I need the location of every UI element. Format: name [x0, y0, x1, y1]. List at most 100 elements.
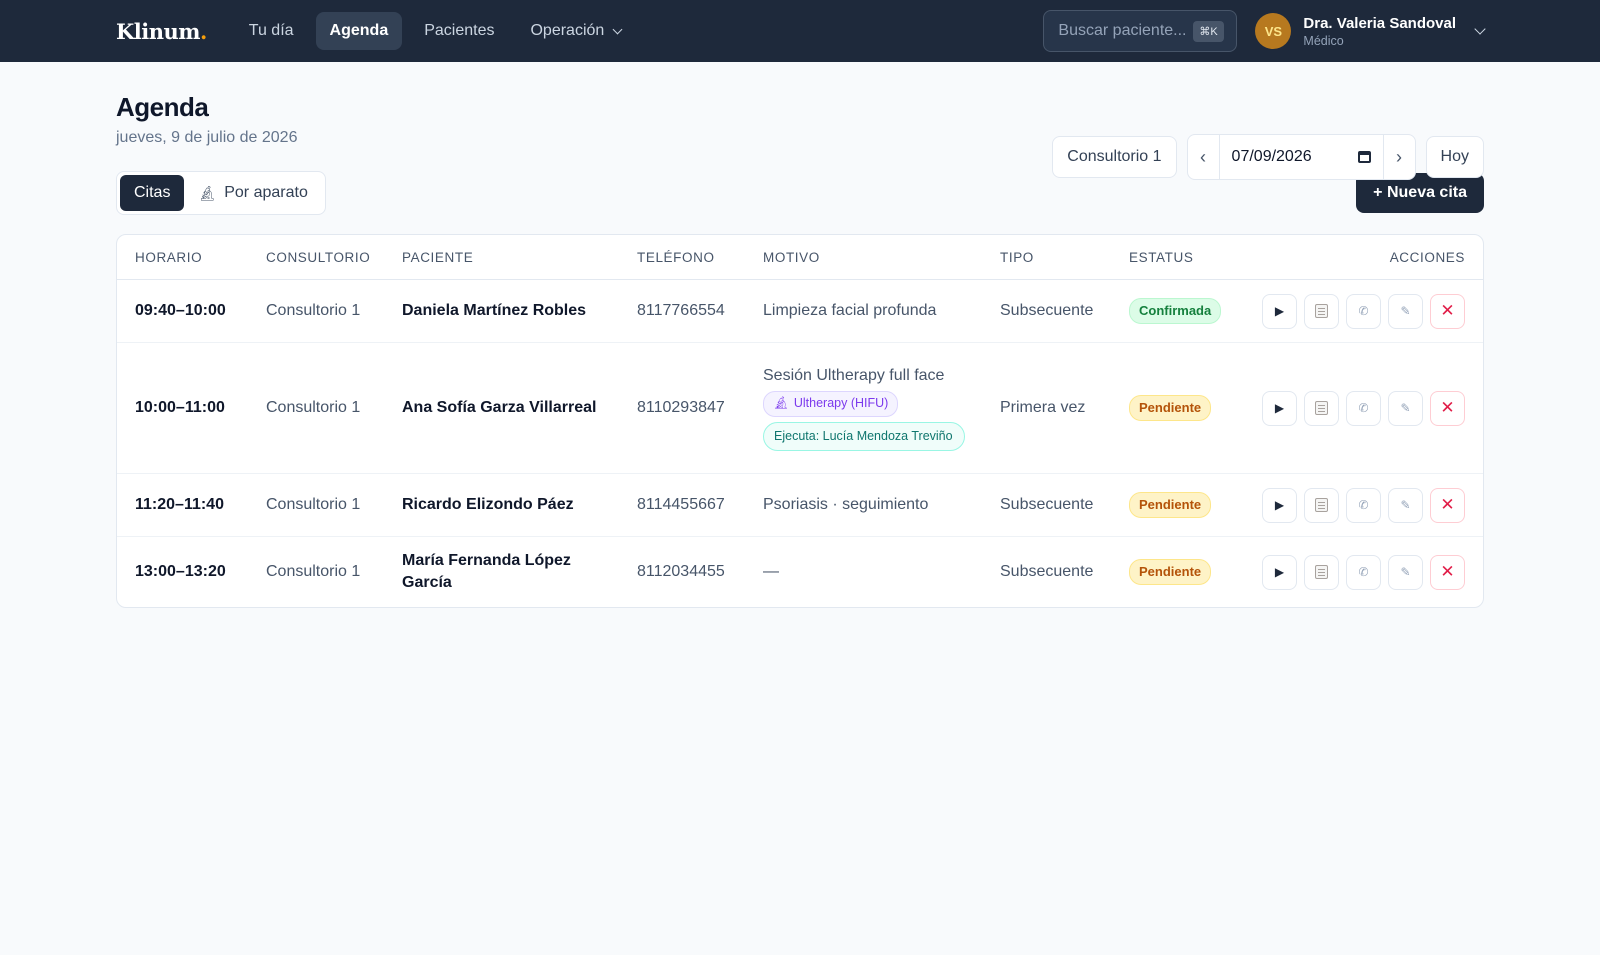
attach-button[interactable]: ✆ [1346, 390, 1381, 426]
edit-button[interactable]: ✎ [1388, 554, 1423, 590]
today-button[interactable]: Hoy [1425, 136, 1484, 178]
shortcut-badge: ⌘K [1193, 20, 1224, 42]
search-input[interactable] [1058, 22, 1194, 40]
room-select[interactable]: Consultorio 1 [1052, 136, 1177, 178]
attach-button[interactable]: ✆ [1346, 487, 1381, 523]
close-icon: ✕ [1440, 495, 1455, 514]
next-day-button[interactable]: › [1384, 135, 1415, 179]
edit-button[interactable]: ✎ [1388, 487, 1423, 523]
close-icon: ✕ [1440, 398, 1455, 417]
row-actions: ▶ ✆ ✎ ✕ [1246, 554, 1465, 590]
nav-operacion[interactable]: Operación [516, 12, 635, 50]
top-right-area: ⌘K VS Dra. Valeria Sandoval Médico [1043, 0, 1486, 62]
edit-button[interactable]: ✎ [1388, 293, 1423, 329]
play-icon: ▶ [1274, 498, 1285, 512]
notes-button[interactable] [1304, 390, 1339, 426]
nav-pacientes[interactable]: Pacientes [410, 12, 508, 50]
cancel-button[interactable]: ✕ [1430, 487, 1465, 523]
main-nav: Tu día Agenda Pacientes Operación [235, 12, 636, 50]
search-box[interactable]: ⌘K [1043, 10, 1238, 52]
notes-button[interactable] [1304, 293, 1339, 329]
prev-day-button[interactable]: ‹ [1188, 135, 1219, 179]
avatar[interactable]: VS [1255, 13, 1292, 49]
date-controls: Consultorio 1 ‹ 07/09/2026 › Hoy [1052, 134, 1484, 180]
reason-cell: Limpieza facial profunda [763, 301, 937, 319]
status-badge: Pendiente [1129, 558, 1212, 586]
table-row[interactable]: 10:00–11:00 Consultorio 1 Ana Sofía Garz… [117, 343, 1483, 474]
col-estatus: ESTATUS [1129, 249, 1194, 265]
table-row[interactable]: 13:00–13:20 Consultorio 1 María Fernanda… [117, 537, 1483, 607]
nav-agenda[interactable]: Agenda [315, 12, 403, 50]
edit-button[interactable]: ✎ [1388, 390, 1423, 426]
table-row[interactable]: 09:40–10:00 Consultorio 1 Daniela Martín… [117, 280, 1483, 343]
tab-por-aparato[interactable]: 🔬︎ Por aparato [184, 175, 321, 211]
start-button[interactable]: ▶ [1262, 390, 1297, 426]
phone-cell: 8110293847 [637, 398, 725, 416]
microscope-icon: 🔬︎ [198, 184, 217, 201]
close-icon: ✕ [1440, 562, 1455, 581]
attach-button[interactable]: ✆ [1346, 293, 1381, 329]
nav-label: Pacientes [424, 22, 495, 39]
close-icon: ✕ [1440, 301, 1455, 320]
time-cell: 10:00–11:00 [135, 398, 225, 416]
type-cell: Primera vez [1000, 398, 1086, 416]
phone-icon: ✆ [1358, 401, 1369, 415]
reason-cell: — [763, 562, 779, 580]
nav-label: Tu día [248, 22, 294, 39]
start-button[interactable]: ▶ [1262, 293, 1297, 329]
pencil-icon: ✎ [1400, 304, 1411, 318]
play-icon: ▶ [1274, 565, 1285, 579]
top-navbar: Klinum. Tu día Agenda Pacientes Operació… [0, 0, 1600, 62]
cancel-button[interactable]: ✕ [1430, 293, 1465, 329]
start-button[interactable]: ▶ [1262, 487, 1297, 523]
table-row[interactable]: 11:20–11:40 Consultorio 1 Ricardo Elizon… [117, 474, 1483, 537]
nav-label: Operación [530, 22, 605, 39]
notes-button[interactable] [1304, 554, 1339, 590]
page-content: Agenda jueves, 9 de julio de 2026 Consul… [0, 92, 1600, 608]
phone-cell: 8117766554 [637, 301, 725, 319]
logo-dot: . [199, 18, 207, 44]
time-cell: 09:40–10:00 [135, 301, 226, 319]
col-tipo: TIPO [1000, 249, 1034, 265]
status-badge: Pendiente [1129, 491, 1212, 519]
table-header: HORARIO CONSULTORIO PACIENTE TELÉFONO MO… [117, 235, 1483, 280]
nav-label: Agenda [329, 22, 389, 39]
patient-cell[interactable]: Ricardo Elizondo Páez [402, 494, 637, 516]
user-role: Médico [1303, 33, 1344, 48]
room-cell: Consultorio 1 [266, 495, 361, 513]
chevron-down-icon[interactable] [1474, 23, 1486, 35]
user-info[interactable]: Dra. Valeria Sandoval Médico [1303, 15, 1456, 48]
col-telefono: TELÉFONO [637, 249, 715, 265]
microscope-icon: 🔬︎ [773, 396, 789, 410]
play-icon: ▶ [1274, 304, 1285, 318]
cancel-button[interactable]: ✕ [1430, 554, 1465, 590]
pencil-icon: ✎ [1400, 565, 1411, 579]
notes-icon [1315, 401, 1328, 415]
attach-button[interactable]: ✆ [1346, 554, 1381, 590]
col-horario: HORARIO [135, 249, 203, 265]
calendar-icon[interactable] [1357, 151, 1371, 163]
reason-text: Sesión Ultherapy full face [763, 366, 945, 384]
tab-label: Por aparato [224, 184, 308, 201]
phone-icon: ✆ [1358, 565, 1369, 579]
room-cell: Consultorio 1 [266, 301, 361, 319]
row-actions: ▶ ✆ ✎ ✕ [1246, 390, 1465, 426]
device-tag-label: Ultherapy (HIFU) [793, 396, 889, 410]
tab-label: Citas [134, 184, 171, 201]
patient-cell[interactable]: María Fernanda López García [402, 550, 637, 595]
logo-text: Klinum [116, 18, 200, 44]
start-button[interactable]: ▶ [1262, 554, 1297, 590]
row-actions: ▶ ✆ ✎ ✕ [1246, 293, 1465, 329]
app-logo[interactable]: Klinum. [116, 19, 207, 44]
row-actions: ▶ ✆ ✎ ✕ [1246, 487, 1465, 523]
type-cell: Subsecuente [1000, 301, 1094, 319]
date-input[interactable]: 07/09/2026 [1218, 135, 1384, 179]
patient-cell[interactable]: Ana Sofía Garza Villarreal [402, 397, 637, 419]
phone-cell: 8114455667 [637, 495, 725, 513]
nav-tu-dia[interactable]: Tu día [235, 12, 308, 50]
cancel-button[interactable]: ✕ [1430, 390, 1465, 426]
view-toggle: Citas 🔬︎ Por aparato [116, 171, 326, 215]
notes-button[interactable] [1304, 487, 1339, 523]
patient-cell[interactable]: Daniela Martínez Robles [402, 300, 637, 322]
tab-citas[interactable]: Citas [120, 175, 185, 211]
